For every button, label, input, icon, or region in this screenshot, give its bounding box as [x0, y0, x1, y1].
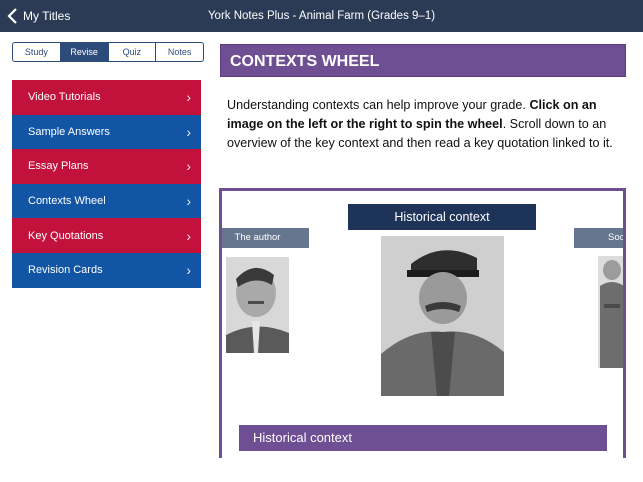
- menu-item-sample-answers[interactable]: Sample Answers ›: [12, 114, 201, 150]
- chevron-right-icon: ›: [186, 193, 191, 210]
- context-overview-heading: Historical context: [239, 425, 607, 451]
- intro-text-part1: Understanding contexts can help improve …: [227, 98, 530, 112]
- tab-quiz[interactable]: Quiz: [109, 43, 157, 61]
- tab-notes[interactable]: Notes: [156, 43, 203, 61]
- society-image[interactable]: [598, 256, 623, 368]
- menu-item-label: Sample Answers: [28, 125, 110, 138]
- context-label-social[interactable]: Soc: [574, 228, 623, 248]
- page-title: CONTEXTS WHEEL: [220, 44, 626, 77]
- menu-item-label: Key Quotations: [28, 229, 104, 242]
- menu-item-video-tutorials[interactable]: Video Tutorials ›: [12, 80, 201, 115]
- portrait-graphic: [381, 236, 504, 396]
- context-label-historical: Historical context: [348, 204, 536, 230]
- menu-item-label: Revision Cards: [28, 264, 103, 277]
- menu-item-label: Essay Plans: [28, 160, 89, 173]
- top-navigation-bar: My Titles York Notes Plus - Animal Farm …: [0, 0, 643, 32]
- historical-figure-image: [381, 236, 504, 396]
- chevron-right-icon: ›: [186, 89, 191, 106]
- app-title: York Notes Plus - Animal Farm (Grades 9–…: [207, 10, 436, 22]
- menu-item-label: Video Tutorials: [28, 91, 101, 104]
- section-segmented-control: Study Revise Quiz Notes: [12, 42, 204, 62]
- menu-item-key-quotations[interactable]: Key Quotations ›: [12, 218, 201, 253]
- menu-item-contexts-wheel[interactable]: Contexts Wheel ›: [12, 183, 201, 219]
- tab-study[interactable]: Study: [13, 43, 61, 61]
- portrait-graphic: [598, 256, 623, 368]
- tab-revise[interactable]: Revise: [60, 43, 109, 61]
- menu-item-label: Contexts Wheel: [28, 195, 106, 208]
- context-label-author[interactable]: The author: [222, 228, 309, 248]
- menu-item-essay-plans[interactable]: Essay Plans ›: [12, 149, 201, 184]
- chevron-right-icon: ›: [186, 262, 191, 279]
- menu-item-revision-cards[interactable]: Revision Cards ›: [12, 252, 201, 288]
- chevron-right-icon: ›: [186, 227, 191, 244]
- chevron-right-icon: ›: [186, 158, 191, 175]
- contexts-wheel: The author Historical context Soc Histor…: [219, 188, 626, 458]
- chevron-right-icon: ›: [186, 123, 191, 140]
- intro-text: Understanding contexts can help improve …: [227, 96, 622, 153]
- portrait-graphic: [226, 257, 289, 353]
- author-portrait-image[interactable]: [226, 257, 289, 353]
- revise-menu: Video Tutorials › Sample Answers › Essay…: [12, 80, 201, 288]
